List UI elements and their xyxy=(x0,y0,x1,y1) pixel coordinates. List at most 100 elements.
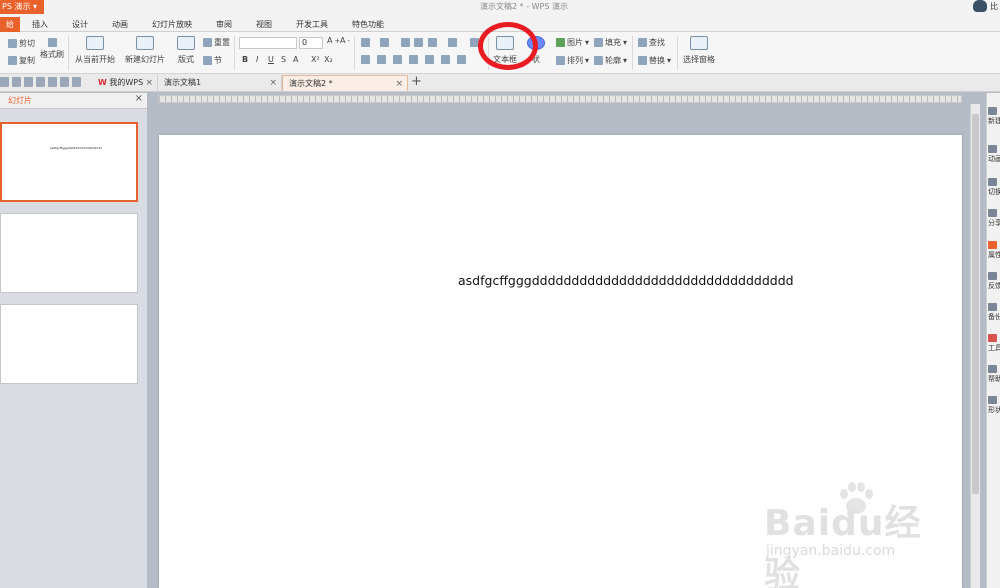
tab-label: 演示文稿1 xyxy=(164,78,202,87)
new-slide-button[interactable]: 新建幻灯片 xyxy=(125,36,165,65)
side-properties[interactable]: 属性 xyxy=(988,241,1000,260)
numbering-icon xyxy=(380,38,389,47)
numbering-button[interactable] xyxy=(380,38,389,47)
justify-button[interactable] xyxy=(409,55,418,64)
format-painter-button[interactable]: 格式刷 xyxy=(40,38,64,60)
feedback-icon xyxy=(988,272,997,280)
tab-doc1[interactable]: 演示文稿1 × xyxy=(158,75,282,91)
preview-icon[interactable] xyxy=(48,77,57,87)
slide-thumbnail-2[interactable] xyxy=(0,213,138,293)
section-button[interactable]: 节 xyxy=(203,55,222,66)
columns-button[interactable] xyxy=(448,38,457,47)
align-right-button[interactable] xyxy=(393,55,402,64)
side-label: 切换 xyxy=(988,188,1000,196)
strikethrough-button[interactable]: S xyxy=(281,55,286,64)
arrange-button[interactable]: 排列 ▾ xyxy=(556,55,589,66)
close-icon[interactable]: × xyxy=(395,76,403,92)
smartart-button[interactable] xyxy=(457,55,466,64)
side-animation[interactable]: 动画 xyxy=(988,145,1000,164)
menu-item-view[interactable]: 视图 xyxy=(244,17,284,32)
superscript-button[interactable]: X² xyxy=(311,55,320,64)
side-share[interactable]: 分享 xyxy=(988,209,1000,228)
font-shrink-button[interactable]: A- xyxy=(340,36,350,45)
fill-button[interactable]: 填充 ▾ xyxy=(594,37,627,48)
replace-label: 替换 xyxy=(649,56,665,65)
print-icon[interactable] xyxy=(36,77,45,87)
layout-button[interactable]: 版式 xyxy=(177,36,195,65)
find-button[interactable]: 查找 xyxy=(638,37,665,48)
bullets-icon xyxy=(361,38,370,47)
outline-button[interactable]: 轮廓 ▾ xyxy=(594,55,627,66)
reset-button[interactable]: 重置 xyxy=(203,37,230,48)
menu-item-features[interactable]: 特色功能 xyxy=(340,17,396,32)
add-tab-button[interactable]: + xyxy=(411,74,422,90)
font-grow-button[interactable]: A + xyxy=(327,36,340,45)
side-shapes[interactable]: 形状 xyxy=(988,396,1000,415)
replace-icon xyxy=(638,56,647,65)
fill-icon xyxy=(594,38,603,47)
avatar[interactable] xyxy=(973,0,987,12)
indent-increase-button[interactable] xyxy=(414,38,423,47)
font-name-select[interactable] xyxy=(239,37,297,49)
menu-item-home[interactable]: 给 xyxy=(0,17,20,32)
outline-icon xyxy=(594,56,603,65)
bullets-button[interactable] xyxy=(361,38,370,47)
underline-button[interactable]: U xyxy=(268,55,274,64)
undo-icon[interactable] xyxy=(60,77,69,87)
copy-button[interactable]: 复制 xyxy=(8,55,35,66)
app-menu-button[interactable]: PS 演示 ▾ xyxy=(0,0,44,14)
open-icon[interactable] xyxy=(12,77,21,87)
menu-item-slideshow[interactable]: 幻灯片放映 xyxy=(140,17,204,32)
play-from-current-button[interactable]: 从当前开始 xyxy=(75,36,115,65)
side-tools[interactable]: 工具 xyxy=(988,334,1000,353)
close-icon[interactable]: × xyxy=(269,75,277,91)
watermark-text: Baidu经验 xyxy=(764,503,922,588)
bold-button[interactable]: B xyxy=(242,55,248,64)
cut-button[interactable]: 剪切 xyxy=(8,38,35,49)
tab-doc2[interactable]: 演示文稿2 * × xyxy=(282,75,408,91)
close-icon[interactable]: × xyxy=(135,93,143,104)
user-area[interactable]: 比 xyxy=(973,0,998,12)
picture-label: 图片 xyxy=(567,38,583,47)
italic-button[interactable]: I xyxy=(256,55,258,64)
picture-button[interactable]: 图片 ▾ xyxy=(556,37,589,48)
font-color-button[interactable]: A xyxy=(293,55,298,64)
menu-item-review[interactable]: 审阅 xyxy=(204,17,244,32)
slide-thumbnail-1[interactable]: asdfgcffgggdddddddddddddddddd xyxy=(0,122,138,202)
side-help[interactable]: 帮助 xyxy=(988,365,1000,384)
distribute-icon xyxy=(425,55,434,64)
tab-my-wps[interactable]: W 我的WPS × xyxy=(92,75,158,91)
side-new[interactable]: 新建 xyxy=(988,107,1000,126)
menu-item-animation[interactable]: 动画 xyxy=(100,17,140,32)
scrollbar-thumb[interactable] xyxy=(972,114,979,494)
close-icon[interactable]: × xyxy=(145,75,153,91)
vertical-scrollbar[interactable] xyxy=(970,104,980,588)
align-left-button[interactable] xyxy=(361,55,370,64)
distribute-button[interactable] xyxy=(425,55,434,64)
columns-icon xyxy=(448,38,457,47)
wps-logo-icon: W xyxy=(98,78,107,87)
slide-thumbnail-3[interactable] xyxy=(0,304,138,384)
menu-item-developer[interactable]: 开发工具 xyxy=(284,17,340,32)
subscript-button[interactable]: X₂ xyxy=(324,55,333,64)
menu-item-insert[interactable]: 插入 xyxy=(20,17,60,32)
save-icon[interactable] xyxy=(24,77,33,87)
replace-button[interactable]: 替换 ▾ xyxy=(638,55,671,66)
side-backup[interactable]: 备份 xyxy=(988,303,1000,322)
outline-label: 轮廓 xyxy=(605,56,621,65)
redo-icon[interactable] xyxy=(72,77,81,87)
indent-decrease-button[interactable] xyxy=(401,38,410,47)
menu-item-design[interactable]: 设计 xyxy=(60,17,100,32)
slide-text-box[interactable]: asdfgcffgggddddddddddddddddddddddddddddd… xyxy=(458,273,794,288)
brush-icon xyxy=(47,38,57,47)
line-spacing-icon xyxy=(428,38,437,47)
font-size-select[interactable]: 0 xyxy=(299,37,323,49)
line-spacing-button[interactable] xyxy=(428,38,437,47)
side-transition[interactable]: 切换 xyxy=(988,178,1000,197)
select-pane-label: 选择窗格 xyxy=(683,55,715,64)
align-center-button[interactable] xyxy=(377,55,386,64)
select-pane-button[interactable]: 选择窗格 xyxy=(683,36,715,65)
new-file-icon[interactable] xyxy=(0,77,9,87)
side-feedback[interactable]: 反馈 xyxy=(988,272,1000,291)
vertical-align-button[interactable] xyxy=(441,55,450,64)
